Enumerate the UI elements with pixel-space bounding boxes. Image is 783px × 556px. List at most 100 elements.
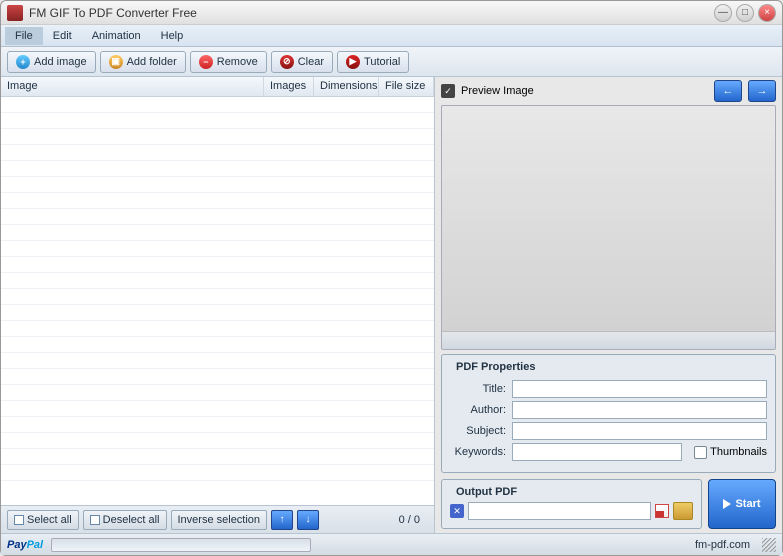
move-up-button[interactable]: ↑ bbox=[271, 510, 293, 530]
paypal-logo[interactable]: PayPal bbox=[7, 539, 43, 551]
table-row[interactable] bbox=[1, 321, 434, 337]
clear-icon: ⊘ bbox=[280, 55, 294, 69]
table-row[interactable] bbox=[1, 145, 434, 161]
window-title: FM GIF To PDF Converter Free bbox=[29, 6, 710, 20]
menu-edit[interactable]: Edit bbox=[43, 27, 82, 45]
preview-next-button[interactable]: → bbox=[748, 80, 776, 102]
add-folder-label: Add folder bbox=[127, 56, 177, 68]
table-row[interactable] bbox=[1, 417, 434, 433]
preview-prev-button[interactable]: ← bbox=[714, 80, 742, 102]
toolbar: + Add image ▣ Add folder −Remove ⊘Clear ▶T… bbox=[1, 47, 782, 77]
website-link[interactable]: fm-pdf.com bbox=[695, 539, 750, 551]
checkbox-icon bbox=[694, 446, 707, 459]
subject-label: Subject: bbox=[450, 425, 506, 437]
maximize-button[interactable]: □ bbox=[736, 4, 754, 22]
progress-bar bbox=[51, 538, 311, 552]
author-input[interactable] bbox=[512, 401, 767, 419]
add-folder-button[interactable]: ▣ Add folder bbox=[100, 51, 186, 73]
table-row[interactable] bbox=[1, 113, 434, 129]
add-image-button[interactable]: + Add image bbox=[7, 51, 96, 73]
move-down-button[interactable]: ↓ bbox=[297, 510, 319, 530]
remove-label: Remove bbox=[217, 56, 258, 68]
menu-file[interactable]: File bbox=[5, 27, 43, 45]
table-row[interactable] bbox=[1, 433, 434, 449]
table-row[interactable] bbox=[1, 385, 434, 401]
minus-icon: − bbox=[199, 55, 213, 69]
select-all-label: Select all bbox=[27, 514, 72, 526]
table-row[interactable] bbox=[1, 97, 434, 113]
table-row[interactable] bbox=[1, 225, 434, 241]
thumbnails-label: Thumbnails bbox=[710, 446, 767, 458]
keywords-label: Keywords: bbox=[450, 446, 506, 458]
table-row[interactable] bbox=[1, 337, 434, 353]
table-row[interactable] bbox=[1, 241, 434, 257]
preview-statusbar bbox=[442, 331, 775, 349]
pdf-properties-fieldset: PDF Properties Title: Author: Subject: K… bbox=[441, 354, 776, 473]
tutorial-button[interactable]: ▶Tutorial bbox=[337, 51, 409, 73]
checkbox-icon bbox=[14, 515, 24, 525]
checkbox-icon bbox=[90, 515, 100, 525]
table-row[interactable] bbox=[1, 353, 434, 369]
title-input[interactable] bbox=[512, 380, 767, 398]
close-button[interactable]: × bbox=[758, 4, 776, 22]
preview-header: ✓ Preview Image ← → bbox=[441, 77, 776, 105]
inverse-label: Inverse selection bbox=[178, 514, 261, 526]
col-filesize[interactable]: File size bbox=[379, 77, 434, 96]
deselect-all-button[interactable]: Deselect all bbox=[83, 510, 167, 530]
table-row[interactable] bbox=[1, 449, 434, 465]
clear-path-icon[interactable]: ✕ bbox=[450, 504, 464, 518]
start-label: Start bbox=[735, 498, 760, 510]
start-button[interactable]: Start bbox=[708, 479, 776, 529]
output-pdf-legend: Output PDF bbox=[452, 486, 521, 498]
output-path-input[interactable] bbox=[468, 502, 651, 520]
col-dimensions[interactable]: Dimensions bbox=[314, 77, 379, 96]
menu-help[interactable]: Help bbox=[151, 27, 194, 45]
right-panel: ✓ Preview Image ← → PDF Properties Title… bbox=[435, 77, 782, 533]
menubar: File Edit Animation Help bbox=[1, 25, 782, 47]
table-row[interactable] bbox=[1, 209, 434, 225]
table-row[interactable] bbox=[1, 129, 434, 145]
subject-input[interactable] bbox=[512, 422, 767, 440]
folder-icon: ▣ bbox=[109, 55, 123, 69]
col-image[interactable]: Image bbox=[1, 77, 264, 96]
clear-button[interactable]: ⊘Clear bbox=[271, 51, 333, 73]
select-all-button[interactable]: Select all bbox=[7, 510, 79, 530]
preview-checkbox[interactable]: ✓ bbox=[441, 84, 455, 98]
thumbnails-checkbox[interactable]: Thumbnails bbox=[694, 446, 767, 459]
play-icon: ▶ bbox=[346, 55, 360, 69]
pdf-icon bbox=[655, 504, 669, 518]
selection-bar: Select all Deselect all Inverse selectio… bbox=[1, 505, 434, 533]
table-row[interactable] bbox=[1, 465, 434, 481]
minimize-button[interactable]: — bbox=[714, 4, 732, 22]
main-area: Image Images Dimensions File size Select… bbox=[1, 77, 782, 533]
table-row[interactable] bbox=[1, 273, 434, 289]
title-label: Title: bbox=[450, 383, 506, 395]
table-row[interactable] bbox=[1, 161, 434, 177]
table-row[interactable] bbox=[1, 193, 434, 209]
menu-animation[interactable]: Animation bbox=[82, 27, 151, 45]
add-image-label: Add image bbox=[34, 56, 87, 68]
table-row[interactable] bbox=[1, 177, 434, 193]
preview-area bbox=[441, 105, 776, 350]
item-counter: 0 / 0 bbox=[391, 514, 428, 526]
image-table[interactable]: Image Images Dimensions File size bbox=[1, 77, 434, 505]
keywords-input[interactable] bbox=[512, 443, 682, 461]
table-row[interactable] bbox=[1, 369, 434, 385]
col-images[interactable]: Images bbox=[264, 77, 314, 96]
pdf-properties-legend: PDF Properties bbox=[452, 361, 539, 373]
titlebar: FM GIF To PDF Converter Free — □ × bbox=[1, 1, 782, 25]
resize-grip[interactable] bbox=[762, 538, 776, 552]
output-pdf-fieldset: Output PDF ✕ bbox=[441, 479, 702, 529]
table-row[interactable] bbox=[1, 401, 434, 417]
table-header: Image Images Dimensions File size bbox=[1, 77, 434, 97]
table-row[interactable] bbox=[1, 305, 434, 321]
deselect-all-label: Deselect all bbox=[103, 514, 160, 526]
table-row[interactable] bbox=[1, 289, 434, 305]
inverse-selection-button[interactable]: Inverse selection bbox=[171, 510, 268, 530]
statusbar: PayPal fm-pdf.com bbox=[1, 533, 782, 555]
browse-button[interactable] bbox=[673, 502, 693, 520]
plus-icon: + bbox=[16, 55, 30, 69]
table-row[interactable] bbox=[1, 257, 434, 273]
remove-button[interactable]: −Remove bbox=[190, 51, 267, 73]
play-icon bbox=[723, 499, 731, 509]
